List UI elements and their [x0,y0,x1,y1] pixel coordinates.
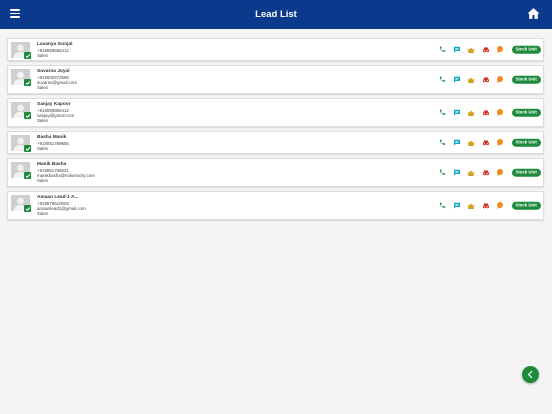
chat-icon[interactable] [453,109,461,117]
lead-name: Basha Manik [37,135,67,140]
lead-detail: Sales [37,178,48,183]
lead-detail: Sales [37,145,48,151]
lead-actions: Stock Unit [438,168,541,177]
car-icon[interactable] [482,169,490,177]
car-icon[interactable] [482,76,490,84]
status-badge[interactable]: Stock Unit [511,108,541,117]
crown-icon[interactable] [467,76,475,84]
checkbox-checked-icon[interactable] [24,79,31,86]
speech-bubble-icon[interactable] [496,168,504,177]
checkbox-checked-icon[interactable] [24,145,31,152]
status-badge[interactable]: Stock Unit [511,201,541,210]
page-title: Lead List [255,9,297,20]
phone-icon[interactable] [438,76,446,84]
car-icon[interactable] [482,139,490,147]
checkbox-checked-icon[interactable] [24,172,31,179]
lead-info: Suvarna Joyal +918002572565 suvarna@gmail… [37,69,77,90]
phone-icon[interactable] [438,169,446,177]
lead-card[interactable]: Sanjay Kapoor +918050856412 sanjay@gmail.… [7,98,544,127]
lead-detail: Sales [37,118,48,123]
speech-bubble-icon[interactable] [496,201,504,210]
lead-detail: Sales [37,85,48,90]
checkbox-checked-icon[interactable] [24,205,31,212]
lead-info: Lavanya Gunjal +918658656412 Sales [37,42,72,58]
phone-icon[interactable] [438,139,446,147]
crown-icon[interactable] [467,139,475,147]
lead-info: Basha Manik +918051789656 Sales [37,135,69,151]
lead-name: Amaan Lead-1 A... [37,195,79,200]
chevron-left-icon [528,370,533,379]
lead-info: Manik Basha +918951796521 manikbasha@mitv… [37,162,95,183]
status-badge[interactable]: Stock Unit [511,45,541,54]
speech-bubble-icon[interactable] [496,75,504,84]
lead-card[interactable]: Lavanya Gunjal +918658656412 Sales Stock … [7,38,544,61]
back-button[interactable] [522,366,539,383]
checkbox-checked-icon[interactable] [24,52,31,59]
lead-name: Sanjay Kapoor [37,102,71,107]
lead-name: Lavanya Gunjal [37,42,73,47]
crown-icon[interactable] [467,109,475,117]
phone-icon[interactable] [438,109,446,117]
chat-icon[interactable] [453,202,461,210]
car-icon[interactable] [482,202,490,210]
speech-bubble-icon[interactable] [496,108,504,117]
speech-bubble-icon[interactable] [496,138,504,147]
car-icon[interactable] [482,46,490,54]
lead-info: Sanjay Kapoor +918050856412 sanjay@gmail.… [37,102,74,123]
lead-actions: Stock Unit [438,75,541,84]
lead-card[interactable]: Amaan Lead-1 A... +919578610003 amaanlead… [7,191,544,220]
home-icon[interactable] [527,7,540,20]
lead-list: Lavanya Gunjal +918658656412 Sales Stock … [7,38,544,224]
status-badge[interactable]: Stock Unit [511,168,541,177]
crown-icon[interactable] [467,202,475,210]
phone-icon[interactable] [438,202,446,210]
lead-actions: Stock Unit [438,138,541,147]
speech-bubble-icon[interactable] [496,45,504,54]
chat-icon[interactable] [453,76,461,84]
crown-icon[interactable] [467,46,475,54]
menu-icon[interactable] [10,9,20,18]
lead-actions: Stock Unit [438,108,541,117]
phone-icon[interactable] [438,46,446,54]
lead-detail: Sales [37,52,48,58]
lead-actions: Stock Unit [438,201,541,210]
checkbox-checked-icon[interactable] [24,112,31,119]
chat-icon[interactable] [453,46,461,54]
lead-detail: Sales [37,211,48,216]
crown-icon[interactable] [467,169,475,177]
car-icon[interactable] [482,109,490,117]
lead-info: Amaan Lead-1 A... +919578610003 amaanlead… [37,195,86,216]
status-badge[interactable]: Stock Unit [511,138,541,147]
lead-card[interactable]: Manik Basha +918951796521 manikbasha@mitv… [7,158,544,187]
chat-icon[interactable] [453,169,461,177]
lead-card[interactable]: Suvarna Joyal +918002572565 suvarna@gmail… [7,65,544,94]
chat-icon[interactable] [453,139,461,147]
lead-card[interactable]: Basha Manik +918051789656 Sales Stock Uni… [7,131,544,154]
top-app-bar: Lead List [0,0,552,29]
lead-actions: Stock Unit [438,45,541,54]
status-badge[interactable]: Stock Unit [511,75,541,84]
